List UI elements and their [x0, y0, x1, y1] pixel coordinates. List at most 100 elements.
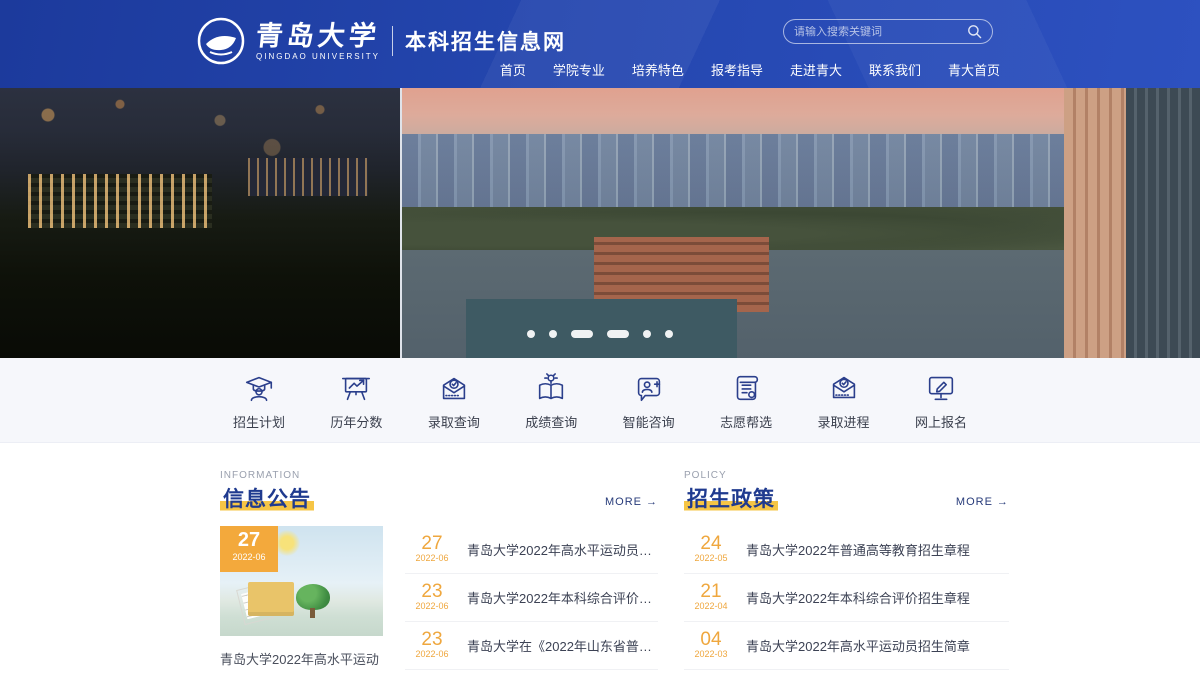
section-information: INFORMATION 信息公告 MORE → 27 2022-06 青岛大学2…	[220, 470, 658, 673]
quick-link-label: 网上报名	[914, 415, 967, 430]
policy-news-list: 24 2022-05 青岛大学2022年普通高等教育招生章程 21 2022-0…	[684, 526, 1009, 673]
book-bulb-icon	[539, 373, 564, 400]
monitor-pencil-icon	[928, 376, 954, 401]
envelope-progress-icon	[832, 376, 855, 399]
university-name-cn: 青岛大学	[254, 20, 382, 51]
site-title: 本科招生信息网	[405, 31, 567, 54]
quick-link-smart-consult[interactable]: 智能咨询	[605, 371, 693, 442]
news-item[interactable]: 23 2022-06 青岛大学在《2022年山东省普通高校招生填报志愿指南》中…	[405, 622, 658, 670]
quick-link-label: 录取进程	[817, 415, 870, 430]
scroll-list-icon	[736, 375, 759, 401]
news-title[interactable]: 青岛大学2022年高水平运动员招生简章	[746, 636, 1009, 655]
featured-news-image: 27 2022-06	[220, 526, 383, 636]
night-building-lights-2	[248, 158, 368, 196]
envelope-check-icon	[442, 377, 466, 400]
logo-divider	[392, 26, 394, 56]
news-date: 23 2022-06	[415, 629, 449, 659]
section-policy: POLICY 招生政策 MORE → 24 2022-05 青岛大学2022年普通…	[684, 470, 1009, 673]
carousel-indicators	[527, 330, 673, 338]
nav-item-university-home[interactable]: 青大首页	[948, 60, 1000, 79]
news-title[interactable]: 青岛大学2022年本科综合评价招生章程	[746, 588, 1009, 607]
logo-text-block: 青岛大学 QINGDAO UNIVERSITY	[254, 20, 382, 61]
more-link[interactable]: MORE →	[956, 496, 1009, 508]
university-name-en: QINGDAO UNIVERSITY	[256, 51, 381, 61]
quick-link-score-inquiry[interactable]: 成绩查询	[507, 371, 595, 442]
section-header: POLICY 招生政策 MORE →	[684, 470, 1009, 513]
section-title: 招生政策	[684, 483, 778, 513]
chat-person-icon	[637, 377, 660, 402]
search-box[interactable]	[783, 19, 993, 44]
arrow-right-icon: →	[646, 496, 658, 508]
news-item[interactable]: 04 2022-03 青岛大学2022年高水平运动员招生简章	[684, 622, 1009, 670]
carousel-dot-5[interactable]	[643, 330, 651, 338]
quick-links-band: 招生计划 历年分数 录取查询 成绩查询 智能咨询 志愿帮选 录取进程 网上报名	[0, 358, 1200, 443]
night-building-lights	[28, 174, 212, 229]
news-title[interactable]: 青岛大学在《2022年山东省普通高校招生填报志愿指南》中…	[467, 636, 658, 655]
nav-item-home[interactable]: 首页	[500, 60, 526, 79]
nav-item-contact[interactable]: 联系我们	[869, 60, 921, 79]
featured-news-card[interactable]: 27 2022-06 青岛大学2022年高水平运动员男子足球项目合格名单公	[220, 526, 383, 673]
news-item[interactable]: 21 2022-04 青岛大学2022年本科综合评价招生章程	[684, 574, 1009, 622]
hero-carousel	[0, 88, 1200, 358]
quick-link-admission-inquiry[interactable]: 录取查询	[410, 371, 498, 442]
main-content: INFORMATION 信息公告 MORE → 27 2022-06 青岛大学2…	[0, 443, 1200, 673]
folder-illustration	[248, 582, 294, 616]
hero-slide-city-dusk	[402, 88, 1200, 358]
search-input[interactable]	[794, 25, 967, 38]
news-date: 27 2022-06	[415, 533, 449, 563]
search-icon[interactable]	[967, 24, 982, 39]
chart-easel-icon	[342, 377, 371, 401]
news-title[interactable]: 青岛大学2022年高水平运动员男子足球项目合格名单公示	[467, 540, 658, 559]
carousel-dot-3[interactable]	[571, 330, 593, 338]
featured-news-caption[interactable]: 青岛大学2022年高水平运动员男子足球项目合格名单公	[220, 649, 383, 673]
arrow-right-icon: →	[996, 496, 1009, 508]
logo-link[interactable]: 青岛大学 QINGDAO UNIVERSITY 本科招生信息网	[196, 16, 566, 66]
news-item[interactable]: 23 2022-06 青岛大学2022年本科综合评价招生复试入围考生名单公示	[405, 574, 658, 622]
carousel-dot-4[interactable]	[607, 330, 629, 338]
quick-link-preference-helper[interactable]: 志愿帮选	[702, 371, 790, 442]
news-date: 24 2022-05	[694, 533, 728, 563]
section-header: INFORMATION 信息公告 MORE →	[220, 470, 658, 513]
site-header: 青岛大学 QINGDAO UNIVERSITY 本科招生信息网 首页 学院专业 …	[0, 0, 1200, 88]
nav-item-about[interactable]: 走进青大	[790, 60, 842, 79]
news-date: 04 2022-03	[694, 629, 728, 659]
nav-item-colleges[interactable]: 学院专业	[553, 60, 605, 79]
news-item[interactable]: 24 2022-05 青岛大学2022年普通高等教育招生章程	[684, 526, 1009, 574]
quick-link-label: 成绩查询	[525, 415, 578, 430]
tree-trunk-illustration	[310, 608, 315, 618]
nav-item-features[interactable]: 培养特色	[632, 60, 684, 79]
main-nav: 首页 学院专业 培养特色 报考指导 走进青大 联系我们 青大首页	[500, 60, 1000, 79]
nav-item-guidance[interactable]: 报考指导	[711, 60, 763, 79]
section-eyebrow: INFORMATION	[220, 470, 301, 481]
news-date: 21 2022-04	[694, 581, 728, 611]
quick-link-enrollment-plan[interactable]: 招生计划	[215, 371, 303, 442]
quick-link-label: 志愿帮选	[720, 415, 773, 430]
quick-link-historical-scores[interactable]: 历年分数	[312, 371, 400, 442]
quick-link-label: 录取查询	[427, 415, 480, 430]
quick-link-admission-progress[interactable]: 录取进程	[800, 371, 888, 442]
glass-tower	[1126, 88, 1200, 358]
sunlit-tower	[1064, 88, 1126, 358]
news-item[interactable]: 27 2022-06 青岛大学2022年高水平运动员男子足球项目合格名单公示	[405, 526, 658, 574]
graduate-icon	[245, 376, 273, 402]
skyscrapers	[1064, 88, 1200, 358]
quick-link-label: 招生计划	[232, 415, 285, 430]
hero-slide-night-campus	[0, 88, 400, 358]
quick-link-online-registration[interactable]: 网上报名	[897, 371, 985, 442]
quick-link-label: 历年分数	[330, 415, 383, 430]
carousel-dot-1[interactable]	[527, 330, 535, 338]
tree-illustration	[296, 584, 330, 610]
news-title[interactable]: 青岛大学2022年普通高等教育招生章程	[746, 540, 1009, 559]
news-date: 23 2022-06	[415, 581, 449, 611]
carousel-dot-6[interactable]	[665, 330, 673, 338]
more-link[interactable]: MORE →	[605, 496, 658, 508]
section-title: 信息公告	[220, 483, 314, 513]
news-title[interactable]: 青岛大学2022年本科综合评价招生复试入围考生名单公示	[467, 588, 658, 607]
section-eyebrow: POLICY	[684, 470, 727, 481]
university-seal-icon	[197, 17, 245, 65]
info-news-list: 27 2022-06 青岛大学2022年高水平运动员男子足球项目合格名单公示 2…	[405, 526, 658, 673]
carousel-dot-2[interactable]	[549, 330, 557, 338]
featured-date-badge: 27 2022-06	[220, 526, 278, 572]
teal-roof-building	[465, 298, 738, 358]
quick-link-label: 智能咨询	[622, 415, 675, 430]
